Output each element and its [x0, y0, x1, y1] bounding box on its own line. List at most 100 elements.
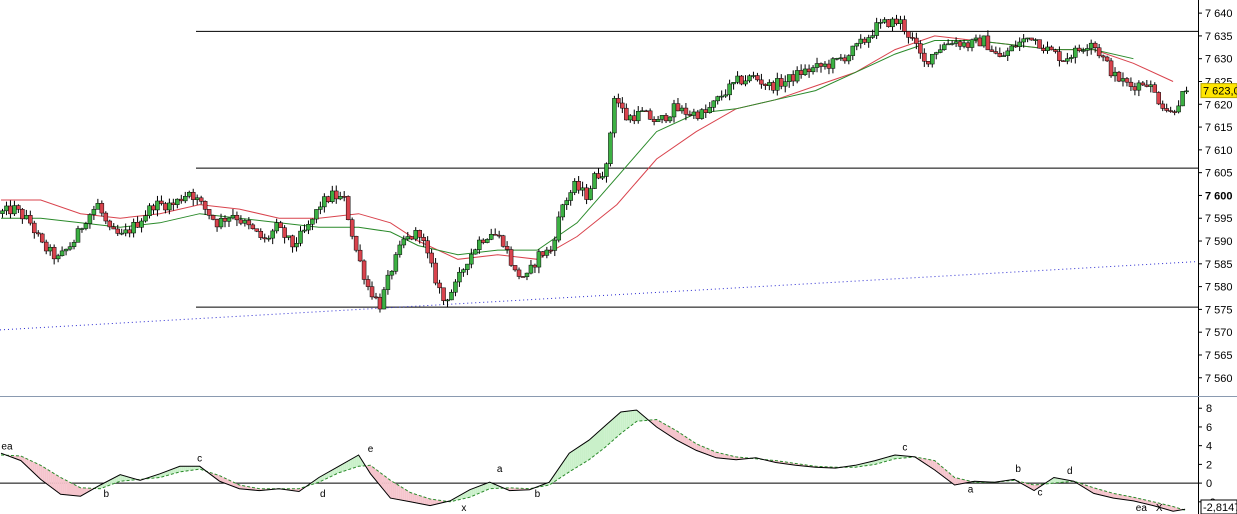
candle-body [87, 214, 93, 224]
candle-body [1136, 82, 1142, 91]
oscillator-annotation: d [320, 489, 326, 500]
candle-body [186, 191, 192, 197]
candle-body [67, 246, 73, 250]
candle-body [906, 31, 911, 38]
candle-body [830, 58, 836, 69]
price-tick-label: 7 615 [1205, 122, 1233, 134]
candle-body [639, 110, 645, 113]
candle-body [564, 200, 569, 206]
candle-body [1168, 110, 1173, 112]
candle-body [703, 109, 709, 113]
oscillator-fill-segment [40, 465, 43, 481]
oscillator-fill-segment [682, 434, 685, 445]
candle-body [802, 68, 808, 75]
candle-body [1092, 42, 1098, 48]
price-tick-label: 7 635 [1205, 31, 1233, 43]
oscillator-fill-segment [1095, 488, 1098, 495]
candle-body [389, 271, 395, 276]
last-price-label: 7 623,0 [1203, 86, 1237, 98]
candle-body [540, 251, 546, 256]
candle-body [290, 235, 295, 248]
candle-body [628, 115, 633, 121]
candle-body [1005, 50, 1011, 56]
oscillator-fill-segment [583, 442, 586, 464]
candle-body [985, 35, 991, 51]
oscillator-fill-segment [597, 431, 599, 454]
oscillator-fill-segment [426, 497, 429, 506]
oscillator-fill-segment [614, 415, 617, 439]
candle-body [242, 220, 248, 224]
candle-body [349, 219, 355, 237]
oscillator-fill-segment [577, 446, 580, 467]
candle-body [1160, 103, 1165, 109]
candle-body [155, 200, 160, 211]
oscillator-fill-segment [404, 488, 407, 502]
oscillator-fill-segment [579, 445, 582, 466]
candle-body [1132, 86, 1138, 91]
candle-body [330, 190, 335, 202]
candle-body [1009, 45, 1014, 52]
candle-body [755, 75, 760, 81]
candle-body [326, 196, 331, 202]
candle-body [679, 107, 685, 112]
price-candle [1180, 91, 1185, 107]
candle-body [779, 78, 784, 87]
candle-body [481, 239, 486, 243]
candle-body [190, 191, 196, 200]
candle-body [671, 103, 677, 118]
candle-body [596, 173, 601, 179]
candle-body [965, 42, 971, 48]
candle-body [945, 43, 951, 46]
oscillator-fill-segment [620, 411, 623, 434]
candle-body [461, 269, 466, 273]
oscillator-fill-segment [388, 478, 391, 499]
oscillator-annotation: a [497, 464, 503, 475]
price-candle [739, 75, 744, 86]
oscillator-fill-segment [350, 458, 353, 469]
candle-body [1080, 50, 1086, 52]
candle-body [731, 82, 736, 85]
candle-body [1069, 57, 1074, 59]
candle-body [159, 200, 164, 204]
price-candle [393, 251, 399, 275]
candle-body [63, 248, 69, 252]
candle-body [151, 205, 156, 211]
oscillator-fill-segment [58, 476, 61, 495]
candle-body [782, 81, 788, 87]
oscillator-fill-segment [956, 478, 959, 485]
trading-chart[interactable]: eabcdexabcabcdea X 7 6407 6357 6307 6257 … [0, 0, 1237, 514]
candle-body [302, 229, 307, 232]
candle-body [322, 196, 327, 208]
candle-body [429, 252, 434, 264]
oscillator-annotation: X [1156, 503, 1163, 514]
candle-body [258, 230, 264, 238]
oscillator-fill-segment [958, 478, 961, 485]
candle-body [282, 227, 287, 238]
candle-body [1021, 38, 1026, 43]
candle-body [238, 219, 244, 224]
price-candle [381, 286, 387, 310]
candle-body [393, 254, 399, 272]
price-tick-label: 7 630 [1205, 54, 1233, 66]
oscillator-fill-segment [187, 466, 190, 471]
oscillator-fill-segment [595, 433, 597, 456]
candle-body [369, 286, 375, 298]
candle-body [683, 107, 689, 115]
candle-body [341, 196, 347, 198]
candle-body [651, 119, 657, 122]
candle-body [334, 190, 339, 200]
candle-body [421, 237, 426, 241]
candle-body [183, 196, 188, 202]
candle-body [1120, 78, 1126, 82]
last-oscillator-tag: -2,8147 [1200, 499, 1237, 514]
candle-body [1148, 84, 1154, 87]
candle-body [0, 210, 5, 214]
oscillator-annotation: ea [1136, 503, 1148, 514]
candle-body [838, 57, 844, 60]
candle-body [59, 250, 65, 257]
oscillator-fill-segment [1053, 477, 1056, 484]
oscillator-fill-segment [678, 432, 681, 443]
candle-body [210, 215, 216, 220]
price-candle [1029, 37, 1034, 41]
candle-body [608, 132, 613, 164]
